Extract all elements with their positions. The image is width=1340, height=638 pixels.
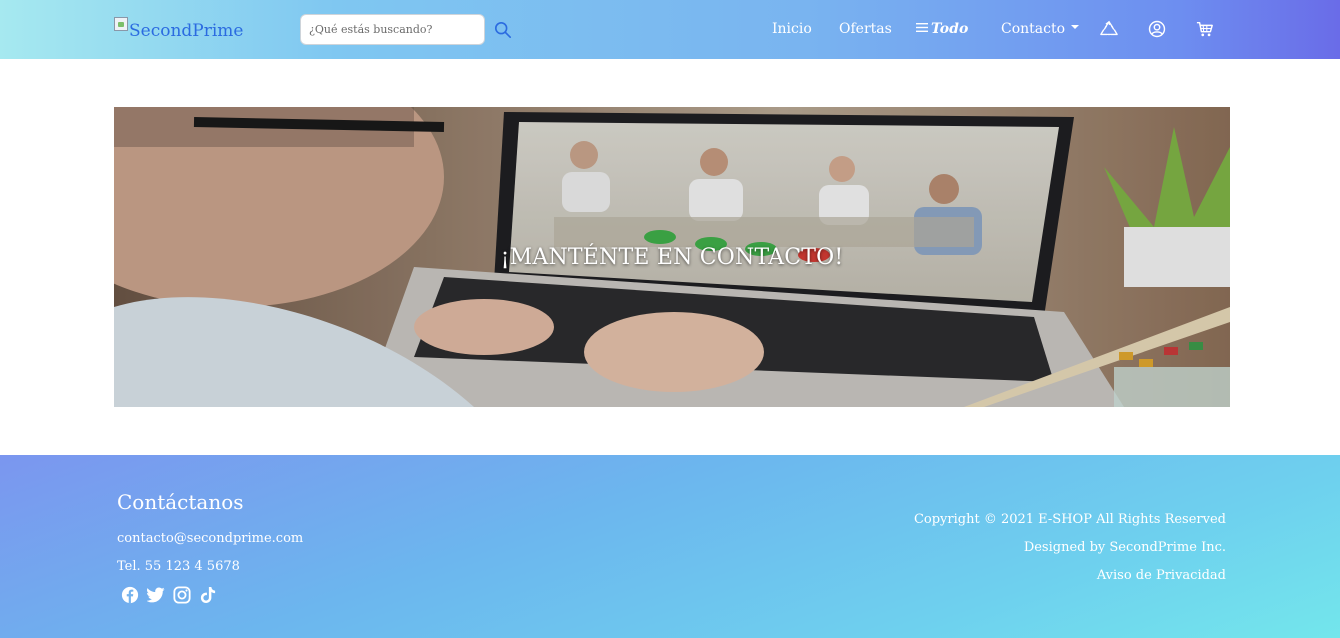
nav-link-todo-label: Todo (931, 21, 969, 37)
cart-icon (1196, 21, 1213, 37)
footer-copyright: Copyright © 2021 E-SHOP All Rights Reser… (913, 512, 1226, 527)
facebook-icon (121, 586, 139, 604)
search-button[interactable] (492, 19, 514, 41)
caret-down-icon (1071, 25, 1080, 29)
nav-link-inicio[interactable]: Inicio (772, 21, 812, 37)
logo-alt-text: SecondPrime (129, 21, 244, 41)
footer-privacy-link[interactable]: Aviso de Privacidad (1097, 568, 1226, 583)
twitter-icon (147, 587, 165, 603)
recycle-button[interactable] (1099, 19, 1119, 39)
footer: Contáctanos contacto@secondprime.com Tel… (0, 455, 1340, 638)
footer-phone: Tel. 55 123 4 5678 (117, 559, 240, 574)
search-icon (494, 21, 512, 39)
hero-title: ¡MANTÉNTE EN CONTACTO! (500, 245, 844, 270)
broken-image-icon (114, 17, 128, 31)
account-button[interactable] (1147, 19, 1167, 39)
footer-email-link[interactable]: contacto@secondprime.com (117, 531, 303, 546)
navbar: SecondPrime Inicio Ofertas Todo Contacto (0, 0, 1340, 59)
instagram-icon (173, 586, 191, 604)
footer-heading: Contáctanos (117, 490, 244, 514)
menu-icon (916, 23, 928, 32)
instagram-link[interactable] (172, 585, 192, 605)
user-circle-icon (1148, 20, 1166, 38)
nav-link-ofertas[interactable]: Ofertas (839, 21, 892, 37)
search-input[interactable] (300, 14, 485, 45)
nav-dropdown-contacto[interactable]: Contacto (1001, 21, 1080, 37)
twitter-link[interactable] (146, 585, 166, 605)
hero-banner: ¡MANTÉNTE EN CONTACTO! (114, 107, 1230, 407)
facebook-link[interactable] (120, 585, 140, 605)
footer-designed-by: Designed by SecondPrime Inc. (1023, 540, 1226, 555)
recycle-icon (1100, 20, 1118, 36)
logo[interactable]: SecondPrime (114, 17, 243, 41)
cart-button[interactable] (1195, 19, 1215, 39)
tiktok-icon (200, 587, 216, 603)
nav-link-contacto-label: Contacto (1001, 21, 1066, 37)
nav-link-todo[interactable]: Todo (916, 21, 968, 37)
tiktok-link[interactable] (198, 585, 218, 605)
